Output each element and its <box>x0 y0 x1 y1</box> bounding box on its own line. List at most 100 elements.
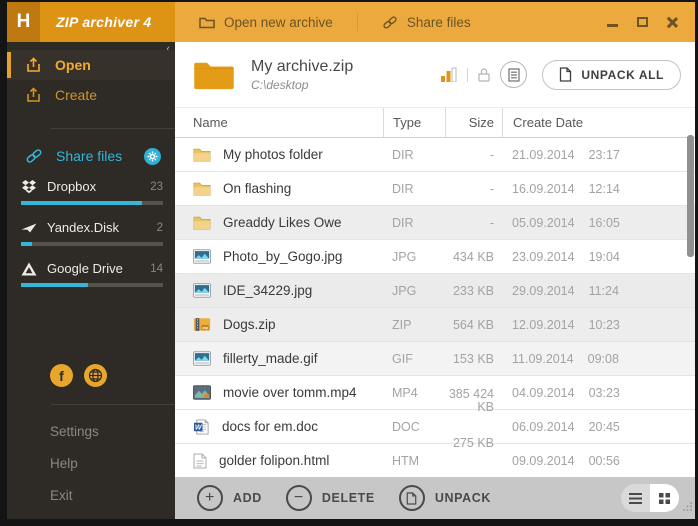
unpack-all-label: UNPACK ALL <box>581 68 664 82</box>
globe-icon[interactable] <box>84 364 107 387</box>
app-title: ZIP archiver 4 <box>40 2 175 42</box>
unpack-all-button[interactable]: UNPACK ALL <box>542 60 681 90</box>
minus-icon: − <box>286 485 312 511</box>
bottom-toolbar: + ADD − DELETE UNPACK <box>175 477 695 519</box>
cloud-label: Dropbox <box>47 179 96 194</box>
sidebar-item-create[interactable]: Create <box>7 80 175 110</box>
list-view-button[interactable] <box>621 484 650 512</box>
column-header-create-date[interactable]: Create Date <box>502 108 695 137</box>
table-row[interactable]: W docs for em.doc DOC 275 KB 06.09.20142… <box>175 410 695 444</box>
maximize-button[interactable] <box>635 15 649 29</box>
share-settings-button[interactable] <box>144 148 161 165</box>
share-files-label: Share files <box>56 148 122 164</box>
file-size: - <box>445 206 502 239</box>
sidebar-item-yandex-disk[interactable]: Yandex.Disk 2 <box>7 214 175 255</box>
open-archive-icon <box>25 57 42 74</box>
file-size: 233 KB <box>445 274 502 307</box>
file-size: 153 KB <box>445 342 502 375</box>
svg-text:zip: zip <box>202 325 208 330</box>
table-row[interactable]: IDE_34229.jpg JPG 233 KB 29.09.201411:24 <box>175 274 695 308</box>
sidebar-item-exit[interactable]: Exit <box>7 479 175 511</box>
dropbox-progress-track <box>21 201 163 205</box>
file-list-icon[interactable] <box>500 61 527 88</box>
column-header-name[interactable]: Name <box>175 108 383 137</box>
vertical-scrollbar-thumb[interactable] <box>687 135 694 257</box>
minimize-button[interactable] <box>605 15 619 29</box>
folder-outline-icon <box>199 16 215 29</box>
facebook-icon[interactable]: f <box>50 364 73 387</box>
sidebar-item-google-drive[interactable]: Google Drive 14 <box>7 255 175 296</box>
sidebar-item-label: Open <box>55 57 91 73</box>
file-date: 09.09.2014 <box>512 454 575 468</box>
table-row[interactable]: movie over tomm.mp4 MP4 385 424 KB 04.09… <box>175 376 695 410</box>
window-controls <box>605 15 679 29</box>
lock-icon[interactable] <box>477 67 491 83</box>
delete-button[interactable]: − DELETE <box>286 485 375 511</box>
sidebar-item-open[interactable]: Open <box>7 50 175 80</box>
file-date: 04.09.2014 <box>512 386 575 400</box>
sidebar-item-settings[interactable]: Settings <box>7 415 175 447</box>
html-file-icon <box>193 453 207 469</box>
tab-label: Share files <box>407 15 471 30</box>
sidebar-item-help[interactable]: Help <box>7 447 175 479</box>
file-date: 12.09.2014 <box>512 318 575 332</box>
folder-icon <box>193 215 211 230</box>
cloud-count-badge: 14 <box>150 263 163 275</box>
table-row[interactable]: fillerty_made.gif GIF 153 KB 11.09.2014 0… <box>175 342 695 376</box>
logo-h-icon: H <box>7 2 40 42</box>
column-header-type[interactable]: Type <box>383 108 445 137</box>
file-time: 16:05 <box>589 216 620 230</box>
add-button[interactable]: + ADD <box>197 485 262 511</box>
file-name: Dogs.zip <box>223 317 276 332</box>
file-time: 09:08 <box>588 352 619 366</box>
table-row[interactable]: Greaddy Likes Owe DIR - 05.09.201416:05 <box>175 206 695 240</box>
plus-icon: + <box>197 485 223 511</box>
link-icon <box>25 148 43 164</box>
file-name: My photos folder <box>223 147 323 162</box>
file-type: GIF <box>383 342 445 375</box>
file-time: 23:17 <box>589 148 620 162</box>
file-name: Photo_by_Gogo.jpg <box>223 249 342 264</box>
archive-name: My archive.zip <box>251 58 353 76</box>
file-time: 03:23 <box>589 386 620 400</box>
grid-view-button[interactable] <box>650 484 679 512</box>
close-button[interactable] <box>665 15 679 29</box>
tab-open-new-archive[interactable]: Open new archive <box>199 15 333 30</box>
file-type: DIR <box>383 206 445 239</box>
table-row[interactable]: zip Dogs.zip ZIP 564 KB 12.09.201410:23 <box>175 308 695 342</box>
gdrive-progress-track <box>21 283 163 287</box>
file-date: 23.09.2014 <box>512 250 575 264</box>
cloud-count-badge: 2 <box>157 222 163 234</box>
cloud-count-badge: 23 <box>150 181 163 193</box>
table-row[interactable]: On flashing DIR - 16.09.201412:14 <box>175 172 695 206</box>
file-name: docs for em.doc <box>222 419 318 434</box>
image-file-icon <box>193 249 211 264</box>
file-type: DOC <box>383 410 445 443</box>
table-row[interactable]: My photos folder DIR - 21.09.201423:17 <box>175 138 695 172</box>
column-header-size[interactable]: Size <box>445 108 502 137</box>
file-date: 11.09.2014 <box>512 352 574 366</box>
archive-header: My archive.zip C:\desktop <box>175 42 695 108</box>
table-row[interactable]: Photo_by_Gogo.jpg JPG 434 KB 23.09.20141… <box>175 240 695 274</box>
sidebar-footer: Settings Help Exit <box>7 415 175 511</box>
file-name: golder folipon.html <box>219 453 329 468</box>
sidebar-item-share-files[interactable]: Share files <box>7 141 175 171</box>
action-separator <box>467 68 468 82</box>
yandex-disk-icon <box>21 221 37 234</box>
create-archive-icon <box>25 87 42 104</box>
tab-share-files[interactable]: Share files <box>382 15 471 30</box>
yandex-progress-track <box>21 242 163 246</box>
sidebar-item-dropbox[interactable]: Dropbox 23 <box>7 173 175 214</box>
resize-grip[interactable] <box>682 499 693 517</box>
main-panel: Open new archive Share files <box>175 2 695 519</box>
stats-bars-icon[interactable] <box>440 67 458 82</box>
file-name: fillerty_made.gif <box>223 351 318 366</box>
table-row[interactable]: golder folipon.html HTM 09.09.201400:56 <box>175 444 695 478</box>
image-file-icon <box>193 351 211 366</box>
file-type: JPG <box>383 240 445 273</box>
file-date: 06.09.2014 <box>512 420 575 434</box>
screen: H ZIP archiver 4 ‹ Open Create <box>0 0 698 526</box>
unpack-button[interactable]: UNPACK <box>399 485 491 511</box>
file-type: HTM <box>383 444 445 477</box>
file-name: IDE_34229.jpg <box>223 283 312 298</box>
